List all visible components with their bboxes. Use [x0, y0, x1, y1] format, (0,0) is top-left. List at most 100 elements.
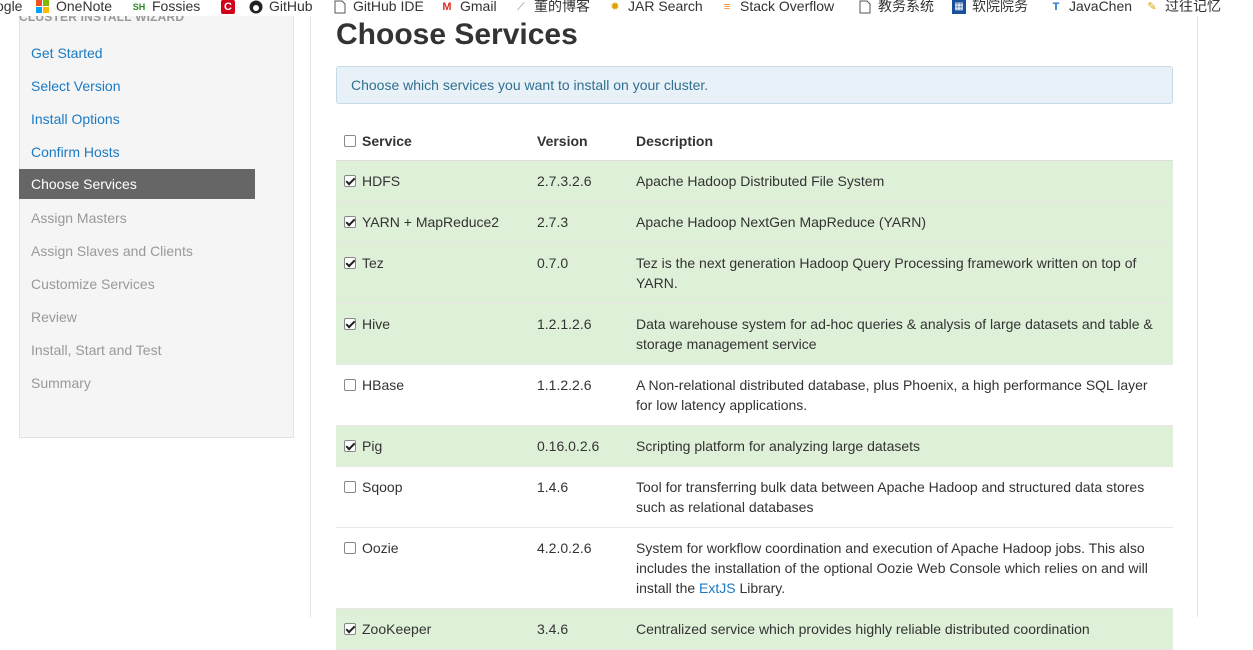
table-row[interactable]: YARN + MapReduce2 2.7.3 Apache Hadoop Ne… [336, 201, 1173, 243]
service-checkbox[interactable] [344, 216, 356, 229]
bookmark-label: Stack Overflow [740, 0, 835, 14]
bookmark-jar-search[interactable]: ✹ JAR Search [608, 0, 703, 16]
description-column-header: Description [636, 122, 1173, 161]
service-name: Hive [362, 316, 391, 332]
service-checkbox[interactable] [344, 440, 356, 453]
service-name: YARN + MapReduce2 [362, 214, 500, 230]
service-version: 1.1.2.2.6 [537, 364, 636, 426]
bookmark-label: GitHub [269, 0, 313, 14]
fossies-icon: SH [132, 2, 146, 13]
bookmark-label: OneNote [56, 0, 113, 14]
table-row[interactable]: Sqoop 1.4.6 Tool for transferring bulk d… [336, 466, 1173, 528]
bookmark-dong-blog[interactable]: ⟋ 董的博客 [514, 0, 590, 16]
table-row[interactable]: ZooKeeper 3.4.6 Centralized service whic… [336, 608, 1173, 650]
bookmark-label: Fossies [152, 0, 201, 14]
bookmark-label: JAR Search [628, 0, 703, 14]
services-table: Service Version Description HDFS 2.7.3.2… [336, 122, 1173, 650]
service-version: 2.7.3.2.6 [537, 160, 636, 202]
windows-icon [36, 0, 50, 14]
wizard-steps: Get Started Select Version Install Optio… [19, 37, 255, 400]
page-icon [333, 0, 347, 14]
service-description: Data warehouse system for ad-hoc queries… [636, 303, 1173, 365]
jar-icon: ✹ [610, 1, 620, 14]
service-description: Apache Hadoop NextGen MapReduce (YARN) [636, 201, 1173, 243]
bookmark-jiaowu[interactable]: 教务系统 [858, 0, 934, 16]
bookmark-label: 教务系统 [878, 0, 934, 14]
step-select-version[interactable]: Select Version [19, 70, 255, 103]
step-assign-masters: Assign Masters [31, 210, 127, 226]
service-version: 2.7.3 [537, 201, 636, 243]
step-choose-services[interactable]: Choose Services [19, 169, 255, 199]
bookmark-ruanyuan[interactable]: ▦ 软院院务 [952, 0, 1028, 16]
bookmark-github[interactable]: GitHub [249, 0, 313, 16]
bookmark-onenote[interactable]: OneNote [36, 0, 112, 16]
bookmark-label: 软院院务 [972, 0, 1028, 14]
bookmark-label: GitHub IDE [353, 0, 424, 14]
service-checkbox[interactable] [344, 318, 356, 331]
stackoverflow-icon: ≡ [723, 1, 731, 14]
description-text: Library. [735, 580, 786, 596]
service-header-label: Service [362, 133, 412, 149]
service-name: Pig [362, 438, 383, 454]
bookmark-label: JavaChen [1069, 0, 1133, 14]
service-checkbox[interactable] [344, 542, 356, 555]
service-version: 0.16.0.2.6 [537, 425, 636, 467]
service-checkbox[interactable] [344, 379, 356, 392]
version-column-header: Version [537, 122, 636, 161]
gmail-icon: M [442, 1, 452, 14]
bookmark-label: 过往记忆 [1165, 0, 1221, 14]
page-title: Choose Services [336, 18, 578, 51]
table-row[interactable]: HDFS 2.7.3.2.6 Apache Hadoop Distributed… [336, 160, 1173, 202]
service-checkbox[interactable] [344, 481, 356, 494]
bookmark-google[interactable]: ogle [0, 0, 22, 16]
bookmark-label: Gmail [460, 0, 497, 14]
service-description: Tez is the next generation Hadoop Query … [636, 242, 1173, 304]
select-all-checkbox[interactable] [344, 135, 356, 148]
service-description: Apache Hadoop Distributed File System [636, 160, 1173, 202]
bookmark-github-ide[interactable]: GitHub IDE [333, 0, 424, 16]
step-summary: Summary [31, 375, 91, 391]
service-checkbox[interactable] [344, 257, 356, 270]
step-review: Review [31, 309, 77, 325]
github-icon [249, 0, 263, 14]
service-name: Sqoop [362, 479, 403, 495]
t-icon: T [1052, 1, 1060, 14]
bookmark-javachen[interactable]: T JavaChen [1049, 0, 1132, 16]
bookmark-stackoverflow[interactable]: ≡ Stack Overflow [720, 0, 834, 16]
service-name: ZooKeeper [362, 621, 432, 637]
grid-icon: ▦ [952, 0, 966, 15]
service-version: 1.4.6 [537, 466, 636, 528]
star-icon: ✎ [1147, 1, 1157, 14]
step-get-started[interactable]: Get Started [19, 37, 255, 70]
bookmarks-bar: ogle OneNote SH Fossies C GitHub GitHub I… [0, 0, 1253, 16]
step-install-options[interactable]: Install Options [19, 103, 255, 136]
info-alert: Choose which services you want to instal… [336, 66, 1173, 104]
bookmark-label: 董的博客 [534, 0, 590, 14]
table-row[interactable]: Oozie 4.2.0.2.6 System for workflow coor… [336, 527, 1173, 609]
service-description: Centralized service which provides highl… [636, 608, 1173, 650]
service-version: 0.7.0 [537, 242, 636, 304]
service-version: 3.4.6 [537, 608, 636, 650]
service-checkbox[interactable] [344, 175, 356, 188]
service-checkbox[interactable] [344, 623, 356, 636]
bookmark-fossies[interactable]: SH Fossies [132, 0, 201, 16]
bookmark-c[interactable]: C [221, 0, 241, 16]
table-row[interactable]: Tez 0.7.0 Tez is the next generation Had… [336, 242, 1173, 304]
table-row[interactable]: Pig 0.16.0.2.6 Scripting platform for an… [336, 425, 1173, 467]
service-description: Scripting platform for analyzing large d… [636, 425, 1173, 467]
service-name: HBase [362, 377, 405, 393]
bookmark-guowang[interactable]: ✎ 过往记忆 [1145, 0, 1221, 16]
step-customize-services: Customize Services [31, 276, 155, 292]
service-description: A Non-relational distributed database, p… [636, 364, 1173, 426]
table-row[interactable]: HBase 1.1.2.2.6 A Non-relational distrib… [336, 364, 1173, 426]
service-name: Oozie [362, 540, 399, 556]
bookmark-gmail[interactable]: M Gmail [440, 0, 497, 16]
table-row[interactable]: Hive 1.2.1.2.6 Data warehouse system for… [336, 303, 1173, 365]
c-icon: C [221, 0, 235, 15]
page-icon [858, 0, 872, 14]
step-confirm-hosts[interactable]: Confirm Hosts [19, 136, 255, 169]
service-description: Tool for transferring bulk data between … [636, 466, 1173, 528]
service-column-header: Service [336, 122, 537, 161]
extjs-link[interactable]: ExtJS [699, 580, 736, 596]
service-name: Tez [362, 255, 384, 271]
